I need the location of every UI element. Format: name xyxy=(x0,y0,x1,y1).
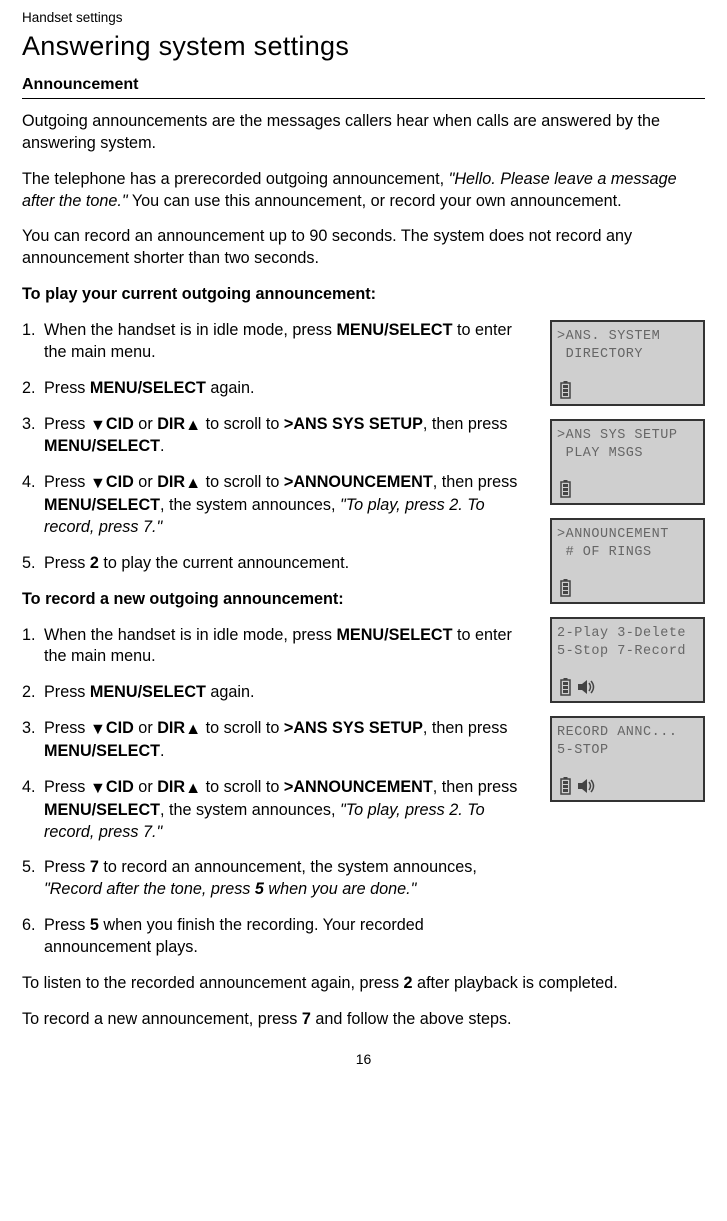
record-steps-list: When the handset is in idle mode, press … xyxy=(22,625,532,959)
section-title: Answering system settings xyxy=(22,31,705,62)
lcd-line: >ANNOUNCEMENT xyxy=(557,526,698,544)
speaker-icon xyxy=(578,778,598,794)
page-header: Handset settings xyxy=(22,10,705,25)
lcd-line: RECORD ANNC... xyxy=(557,724,698,742)
record-step-6: Press 5 when you finish the recording. Y… xyxy=(40,915,532,959)
lcd-line: 5-Stop 7-Record xyxy=(557,643,698,661)
outro-paragraph-2: To record a new announcement, press 7 an… xyxy=(22,1009,705,1031)
lcd-line: # OF RINGS xyxy=(557,544,698,562)
intro-paragraph-2: The telephone has a prerecorded outgoing… xyxy=(22,169,705,213)
play-step-4: Press ▼CID or DIR▲ to scroll to >ANNOUNC… xyxy=(40,472,532,539)
lcd-screen-5: RECORD ANNC... 5-STOP xyxy=(550,716,705,802)
page-number: 16 xyxy=(22,1051,705,1067)
record-step-4: Press ▼CID or DIR▲ to scroll to >ANNOUNC… xyxy=(40,777,532,844)
play-step-3: Press ▼CID or DIR▲ to scroll to >ANS SYS… xyxy=(40,414,532,459)
intro-paragraph-3: You can record an announcement up to 90 … xyxy=(22,226,705,270)
intro-paragraph-1: Outgoing announcements are the messages … xyxy=(22,111,705,155)
lcd-line: >ANS. SYSTEM xyxy=(557,328,698,346)
record-step-3: Press ▼CID or DIR▲ to scroll to >ANS SYS… xyxy=(40,718,532,763)
lcd-line: PLAY MSGS xyxy=(557,445,698,463)
lcd-line: 5-STOP xyxy=(557,742,698,760)
battery-icon xyxy=(559,777,572,795)
play-steps-list: When the handset is in idle mode, press … xyxy=(22,320,532,575)
lcd-screen-4: 2-Play 3-Delete 5-Stop 7-Record xyxy=(550,617,705,703)
speaker-icon xyxy=(578,679,598,695)
outro-paragraph-1: To listen to the recorded announcement a… xyxy=(22,973,705,995)
lcd-screen-3: >ANNOUNCEMENT # OF RINGS xyxy=(550,518,705,604)
play-heading: To play your current outgoing announceme… xyxy=(22,284,705,306)
lcd-line: 2-Play 3-Delete xyxy=(557,625,698,643)
lcd-column: >ANS. SYSTEM DIRECTORY >ANS SYS SETUP PL… xyxy=(550,320,705,815)
lcd-line: DIRECTORY xyxy=(557,346,698,364)
record-step-1: When the handset is in idle mode, press … xyxy=(40,625,532,669)
lcd-screen-1: >ANS. SYSTEM DIRECTORY xyxy=(550,320,705,406)
announcement-heading: Announcement xyxy=(22,76,705,94)
record-heading: To record a new outgoing announcement: xyxy=(22,589,532,611)
battery-icon xyxy=(559,381,572,399)
record-step-5: Press 7 to record an announcement, the s… xyxy=(40,857,532,901)
play-step-2: Press MENU/SELECT again. xyxy=(40,378,532,400)
divider xyxy=(22,98,705,99)
play-step-1: When the handset is in idle mode, press … xyxy=(40,320,532,364)
lcd-line: >ANS SYS SETUP xyxy=(557,427,698,445)
battery-icon xyxy=(559,678,572,696)
lcd-screen-2: >ANS SYS SETUP PLAY MSGS xyxy=(550,419,705,505)
play-step-5: Press 2 to play the current announcement… xyxy=(40,553,532,575)
battery-icon xyxy=(559,480,572,498)
battery-icon xyxy=(559,579,572,597)
record-step-2: Press MENU/SELECT again. xyxy=(40,682,532,704)
